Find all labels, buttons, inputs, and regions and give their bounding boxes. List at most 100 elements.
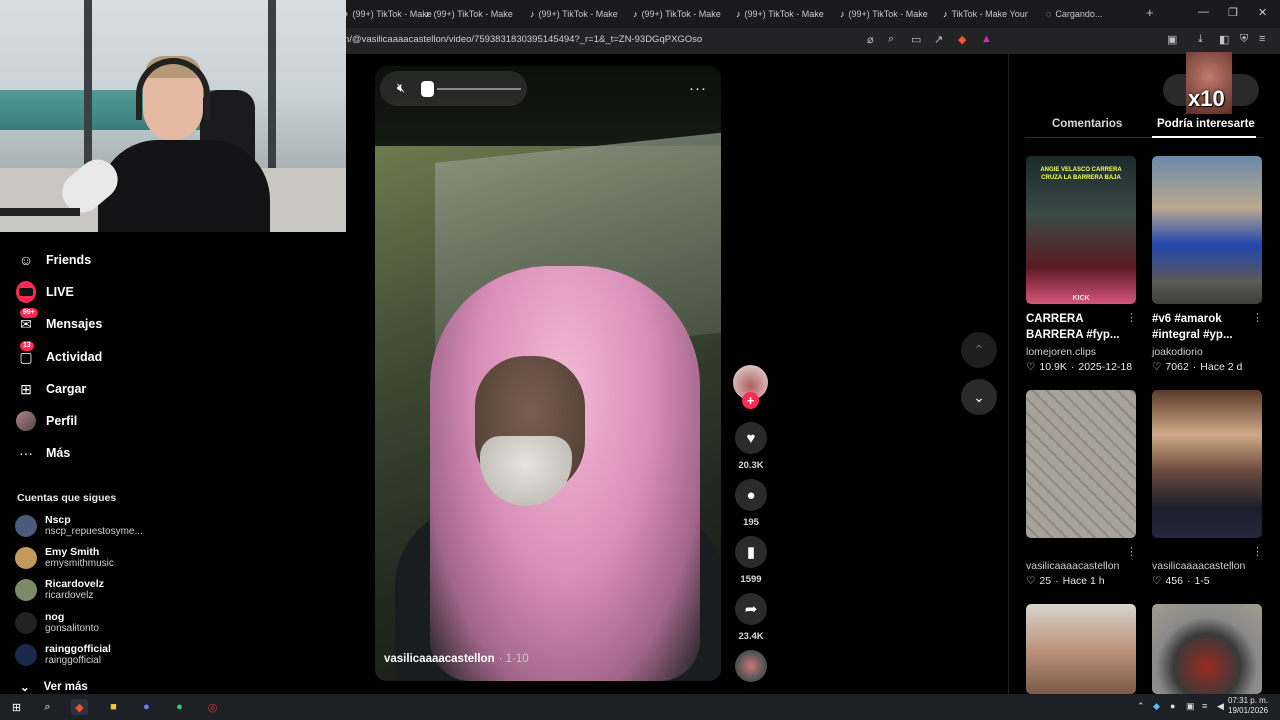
share-page-icon[interactable]: ↗ [934, 33, 943, 46]
card-caption[interactable]: CARRERA BARRERA #fyp... [1026, 311, 1132, 343]
sidebar-item-profile[interactable]: Perfil [16, 411, 77, 431]
live-icon [16, 281, 36, 303]
search-icon[interactable]: ⌕ [39, 699, 56, 715]
windows-start-icon[interactable]: ⊞ [8, 699, 25, 715]
browser-tab[interactable]: ♪ (99+) TikTok - Make [840, 4, 938, 24]
brave-shield-icon[interactable]: ◆ [958, 33, 966, 46]
comment-button[interactable]: ● [735, 479, 767, 511]
avatar [15, 644, 37, 666]
close-window-button[interactable]: ✕ [1258, 6, 1267, 19]
tray-chevron-icon[interactable]: ⌃ [1137, 701, 1145, 712]
followed-account[interactable]: nog gonsalitonto [15, 608, 99, 638]
music-disc-icon[interactable] [735, 650, 767, 682]
url-text[interactable]: n/@vasilicaaaacastellon/video/7593831830… [344, 34, 702, 45]
video-thumbnail[interactable]: ANGIE VELASCO CARRERA CRUZA LA BARRERA B… [1026, 156, 1136, 304]
menu-icon[interactable]: ≡ [1259, 33, 1265, 45]
account-name: rainggofficial [45, 643, 111, 655]
restore-button[interactable]: ❐ [1228, 6, 1238, 19]
file-explorer-icon[interactable]: ■ [105, 699, 122, 715]
card-author[interactable]: joakodiorio [1152, 346, 1203, 358]
browser-tab[interactable]: ♪ (99+) TikTok - Make [530, 4, 628, 24]
tiktok-icon: ♪ [840, 9, 845, 19]
bookmark-icon: ▮ [746, 544, 756, 561]
followed-account[interactable]: rainggofficial rainggofficial [15, 640, 111, 670]
card-author[interactable]: vasilicaaaacastellon [1152, 560, 1245, 572]
browser-tab[interactable]: ◌ Cargando... [1046, 4, 1142, 24]
share-button[interactable]: ➦ [735, 593, 767, 625]
cast-icon[interactable]: ▭ [911, 33, 921, 46]
video-player[interactable]: 🔇︎ ··· vasilicaaaacastellon · 1-10 [375, 66, 721, 681]
browser-tab-label: (99+) TikTok - Make [848, 9, 928, 19]
discord-icon[interactable]: ● [138, 699, 155, 715]
video-thumbnail[interactable] [1152, 156, 1262, 304]
card-kebab-icon[interactable]: ⋮ [1126, 311, 1137, 324]
browser-tab[interactable]: ♪ (99+) TikTok - Make [736, 4, 834, 24]
sidebar-item-messages[interactable]: ✉ 99+ Mensajes [16, 308, 102, 334]
volume-control[interactable]: 🔇︎ [380, 71, 527, 106]
followed-account[interactable]: Ricardovelz ricardovelz [15, 575, 104, 605]
tray-steam-icon[interactable]: ● [1170, 701, 1175, 711]
card-meta: ♡ 7062 · Hace 2 d [1152, 361, 1243, 373]
sidebar-toggle-icon[interactable]: ▣ [1167, 33, 1177, 46]
spotify-icon[interactable]: ● [171, 699, 188, 715]
tray-app-icon[interactable]: ◆ [1153, 701, 1160, 712]
avatar [15, 612, 37, 634]
followed-account[interactable]: Emy Smith emysmithmusic [15, 543, 114, 573]
card-author[interactable]: lomejoren.clips [1026, 346, 1096, 358]
brave-browser-icon[interactable]: ◆ [71, 699, 88, 715]
see-more-button[interactable]: ⌄ Ver más [20, 680, 88, 694]
account-handle: rainggofficial [45, 655, 101, 666]
card-kebab-icon[interactable]: ⋮ [1126, 545, 1137, 558]
browser-tab[interactable]: ♪ TikTok - Make Your [943, 4, 1041, 24]
tray-volume-icon[interactable]: ◀ [1217, 701, 1224, 712]
card-kebab-icon[interactable]: ⋮ [1252, 545, 1263, 558]
card-likes: 25 [1039, 575, 1052, 587]
video-author[interactable]: vasilicaaaacastellon · 1-10 [384, 653, 529, 665]
tray-wifi-icon[interactable]: ≡ [1202, 701, 1207, 711]
tab-comments[interactable]: Comentarios [1052, 118, 1122, 130]
clock-time: 07:31 p. m. [1228, 696, 1269, 705]
volume-slider-knob[interactable] [421, 81, 434, 97]
tiktok-icon: ♪ [633, 9, 638, 19]
sidebar-item-label: Cargar [46, 382, 87, 396]
next-video-button[interactable]: ⌄ [961, 379, 997, 415]
card-author[interactable]: vasilicaaaacastellon [1026, 560, 1119, 572]
sidebar-item-activity[interactable]: ▢ 13 Actividad [16, 341, 102, 367]
browser-tab[interactable]: ♪ (99+) TikTok - Make [425, 4, 523, 24]
browser-tab[interactable]: ♪ (99+) TikTok - Make [633, 4, 731, 24]
video-author-name[interactable]: vasilicaaaacastellon [384, 653, 495, 665]
see-more-label: Ver más [43, 681, 88, 693]
previous-video-button[interactable]: ⌃ [961, 332, 997, 368]
card-likes: 7062 [1165, 361, 1189, 373]
like-button[interactable]: ♥ [735, 422, 767, 454]
system-clock[interactable]: 07:31 p. m. 19/01/2026 [1228, 696, 1268, 716]
video-thumbnail[interactable] [1152, 390, 1262, 538]
card-kebab-icon[interactable]: ⋮ [1252, 311, 1263, 324]
obs-icon[interactable]: ◎ [204, 699, 221, 715]
minimize-button[interactable]: — [1198, 6, 1209, 18]
video-thumbnail[interactable] [1026, 390, 1136, 538]
sidebar-item-upload[interactable]: ⊞ Cargar [16, 379, 86, 399]
card-caption[interactable]: #v6 #amarok #integral #yp... [1152, 311, 1258, 343]
followed-account[interactable]: Nscp nscp_repuestosyme... [15, 511, 143, 541]
sidebar-item-live[interactable]: LIVE [16, 281, 74, 303]
new-tab-button[interactable]: + [1146, 5, 1154, 20]
sidebar-item-more[interactable]: ··· Más [16, 443, 70, 463]
video-thumbnail[interactable] [1026, 604, 1136, 694]
vpn-icon[interactable]: ⛨ [1240, 33, 1248, 46]
tracking-icon[interactable]: ⌀ [867, 33, 874, 46]
volume-slider-track[interactable] [437, 88, 521, 90]
mute-icon[interactable]: 🔇︎ [391, 79, 411, 97]
x10-label: x10 [1188, 86, 1225, 111]
follow-plus-button[interactable]: + [742, 392, 759, 409]
split-view-icon[interactable]: ◧ [1219, 33, 1229, 46]
rewards-icon[interactable]: ▲ [981, 33, 992, 45]
tab-suggested[interactable]: Podría interesarte [1157, 118, 1255, 130]
video-more-button[interactable]: ··· [689, 80, 707, 97]
zoom-icon[interactable]: ⌕ [888, 33, 894, 46]
download-icon[interactable]: ⤓ [1198, 33, 1203, 46]
save-button[interactable]: ▮ [735, 536, 767, 568]
tray-network-icon[interactable]: ▣ [1186, 701, 1195, 712]
video-thumbnail[interactable] [1152, 604, 1262, 694]
sidebar-item-friends[interactable]: ☺ Friends [16, 250, 91, 270]
